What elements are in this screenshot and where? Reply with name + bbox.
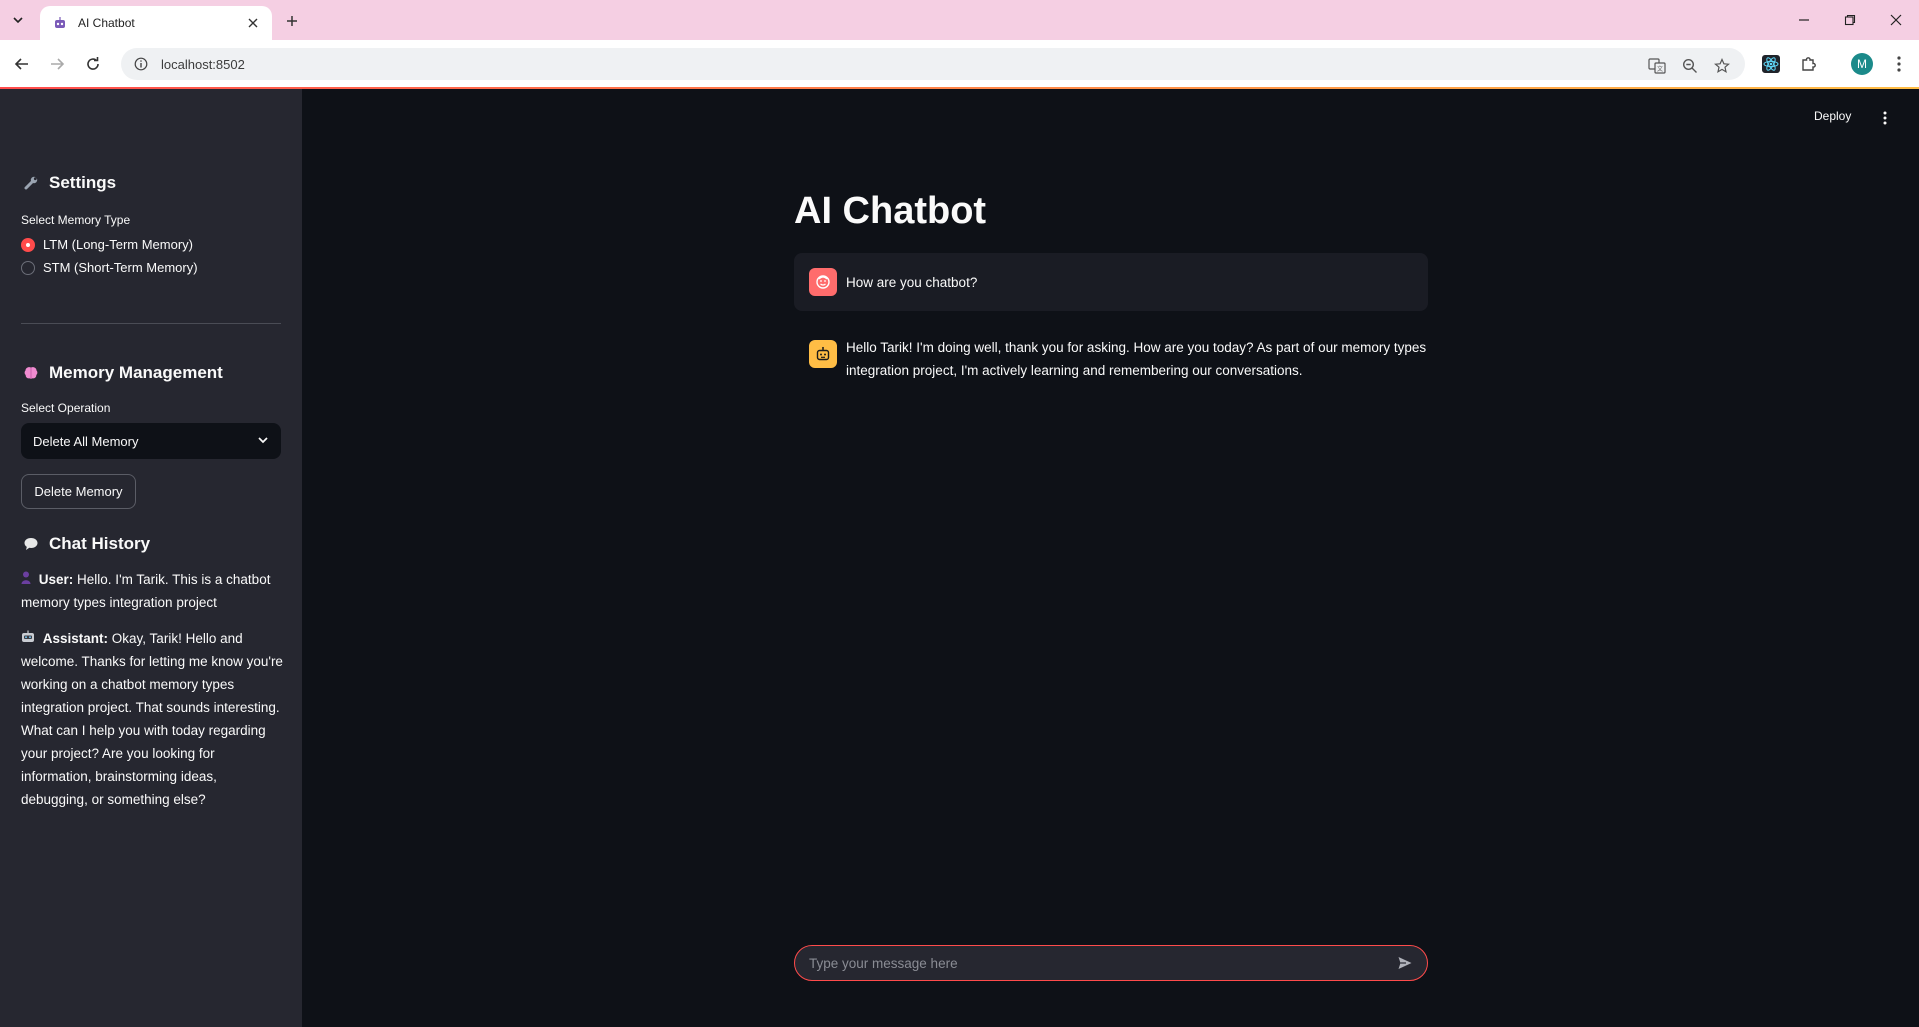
operation-select-value: Delete All Memory: [33, 433, 139, 449]
address-bar[interactable]: localhost:8502 文: [121, 48, 1745, 80]
close-window-icon[interactable]: [1873, 6, 1919, 34]
operation-label: Select Operation: [21, 401, 111, 415]
radio-stm[interactable]: STM (Short-Term Memory): [21, 260, 198, 275]
page-title: AI Chatbot: [794, 190, 987, 232]
memory-type-label: Select Memory Type: [21, 213, 131, 227]
user-message-text: How are you chatbot?: [846, 274, 978, 290]
user-face-icon: [809, 268, 837, 296]
chat-message-assistant: Hello Tarik! I'm doing well, thank you f…: [794, 336, 1434, 382]
settings-heading: Settings: [21, 173, 116, 193]
bot-icon: [809, 340, 837, 368]
browser-toolbar: localhost:8502 文 M: [0, 40, 1919, 88]
restore-icon[interactable]: [1827, 6, 1873, 34]
brain-icon: [21, 365, 41, 381]
chevron-down-icon: [257, 434, 269, 449]
sidebar: Settings Select Memory Type LTM (Long-Te…: [0, 89, 302, 1027]
memory-management-heading: Memory Management: [21, 363, 223, 383]
site-info-icon[interactable]: [133, 56, 149, 72]
tab-title: AI Chatbot: [78, 16, 135, 30]
chat-input-container: [794, 945, 1428, 981]
reload-icon[interactable]: [79, 50, 107, 78]
radio-unselected-dot: [21, 260, 35, 275]
history-item-assistant: Assistant: Okay, Tarik! Hello and welcom…: [21, 627, 283, 811]
send-icon[interactable]: [1395, 953, 1415, 973]
user-avatar-icon: [21, 568, 35, 591]
chat-message-user: How are you chatbot?: [794, 253, 1428, 311]
memory-management-heading-text: Memory Management: [49, 363, 223, 382]
deploy-button[interactable]: Deploy: [1814, 109, 1851, 123]
operation-select[interactable]: Delete All Memory: [21, 423, 281, 459]
history-item-user: User: Hello. I'm Tarik. This is a chatbo…: [21, 568, 283, 614]
react-devtools-icon[interactable]: [1758, 51, 1784, 77]
url-text: localhost:8502: [161, 56, 245, 72]
translate-icon[interactable]: 文: [1645, 54, 1669, 78]
delete-memory-button[interactable]: Delete Memory: [21, 474, 136, 509]
chat-input[interactable]: [809, 955, 1395, 971]
back-arrow-icon[interactable]: [8, 50, 36, 78]
chat-history-heading-text: Chat History: [49, 534, 151, 553]
app-menu-icon[interactable]: [1876, 107, 1894, 129]
profile-avatar[interactable]: M: [1851, 53, 1873, 75]
history-role-user: User:: [38, 572, 74, 587]
history-role-assistant: Assistant:: [42, 631, 109, 646]
robot-favicon-icon: [52, 15, 68, 31]
chat-history-heading: Chat History: [21, 534, 150, 554]
extensions-puzzle-icon[interactable]: [1796, 51, 1822, 77]
sidebar-divider: [21, 323, 281, 324]
svg-text:文: 文: [1657, 65, 1663, 73]
history-text-assistant: Okay, Tarik! Hello and welcome. Thanks f…: [21, 631, 283, 807]
robot-icon: [21, 627, 39, 650]
wrench-icon: [21, 175, 41, 191]
forward-arrow-icon[interactable]: [43, 50, 71, 78]
browser-tab[interactable]: AI Chatbot: [40, 6, 272, 40]
minimize-icon[interactable]: [1781, 6, 1827, 34]
bookmark-star-icon[interactable]: [1710, 54, 1734, 78]
settings-heading-text: Settings: [49, 173, 117, 192]
radio-selected-dot: [21, 237, 35, 252]
assistant-message-text: Hello Tarik! I'm doing well, thank you f…: [846, 340, 1427, 378]
new-tab-icon[interactable]: [280, 9, 304, 33]
tab-search-chevron-icon[interactable]: [6, 9, 30, 31]
speech-bubble-icon: [21, 536, 41, 552]
radio-ltm-label: LTM (Long-Term Memory): [43, 237, 194, 252]
radio-stm-label: STM (Short-Term Memory): [43, 260, 198, 275]
close-tab-icon[interactable]: [244, 14, 262, 32]
radio-ltm[interactable]: LTM (Long-Term Memory): [21, 237, 193, 252]
browser-tab-strip: AI Chatbot: [0, 0, 1919, 40]
browser-menu-icon[interactable]: [1886, 51, 1912, 77]
zoom-icon[interactable]: [1678, 54, 1702, 78]
